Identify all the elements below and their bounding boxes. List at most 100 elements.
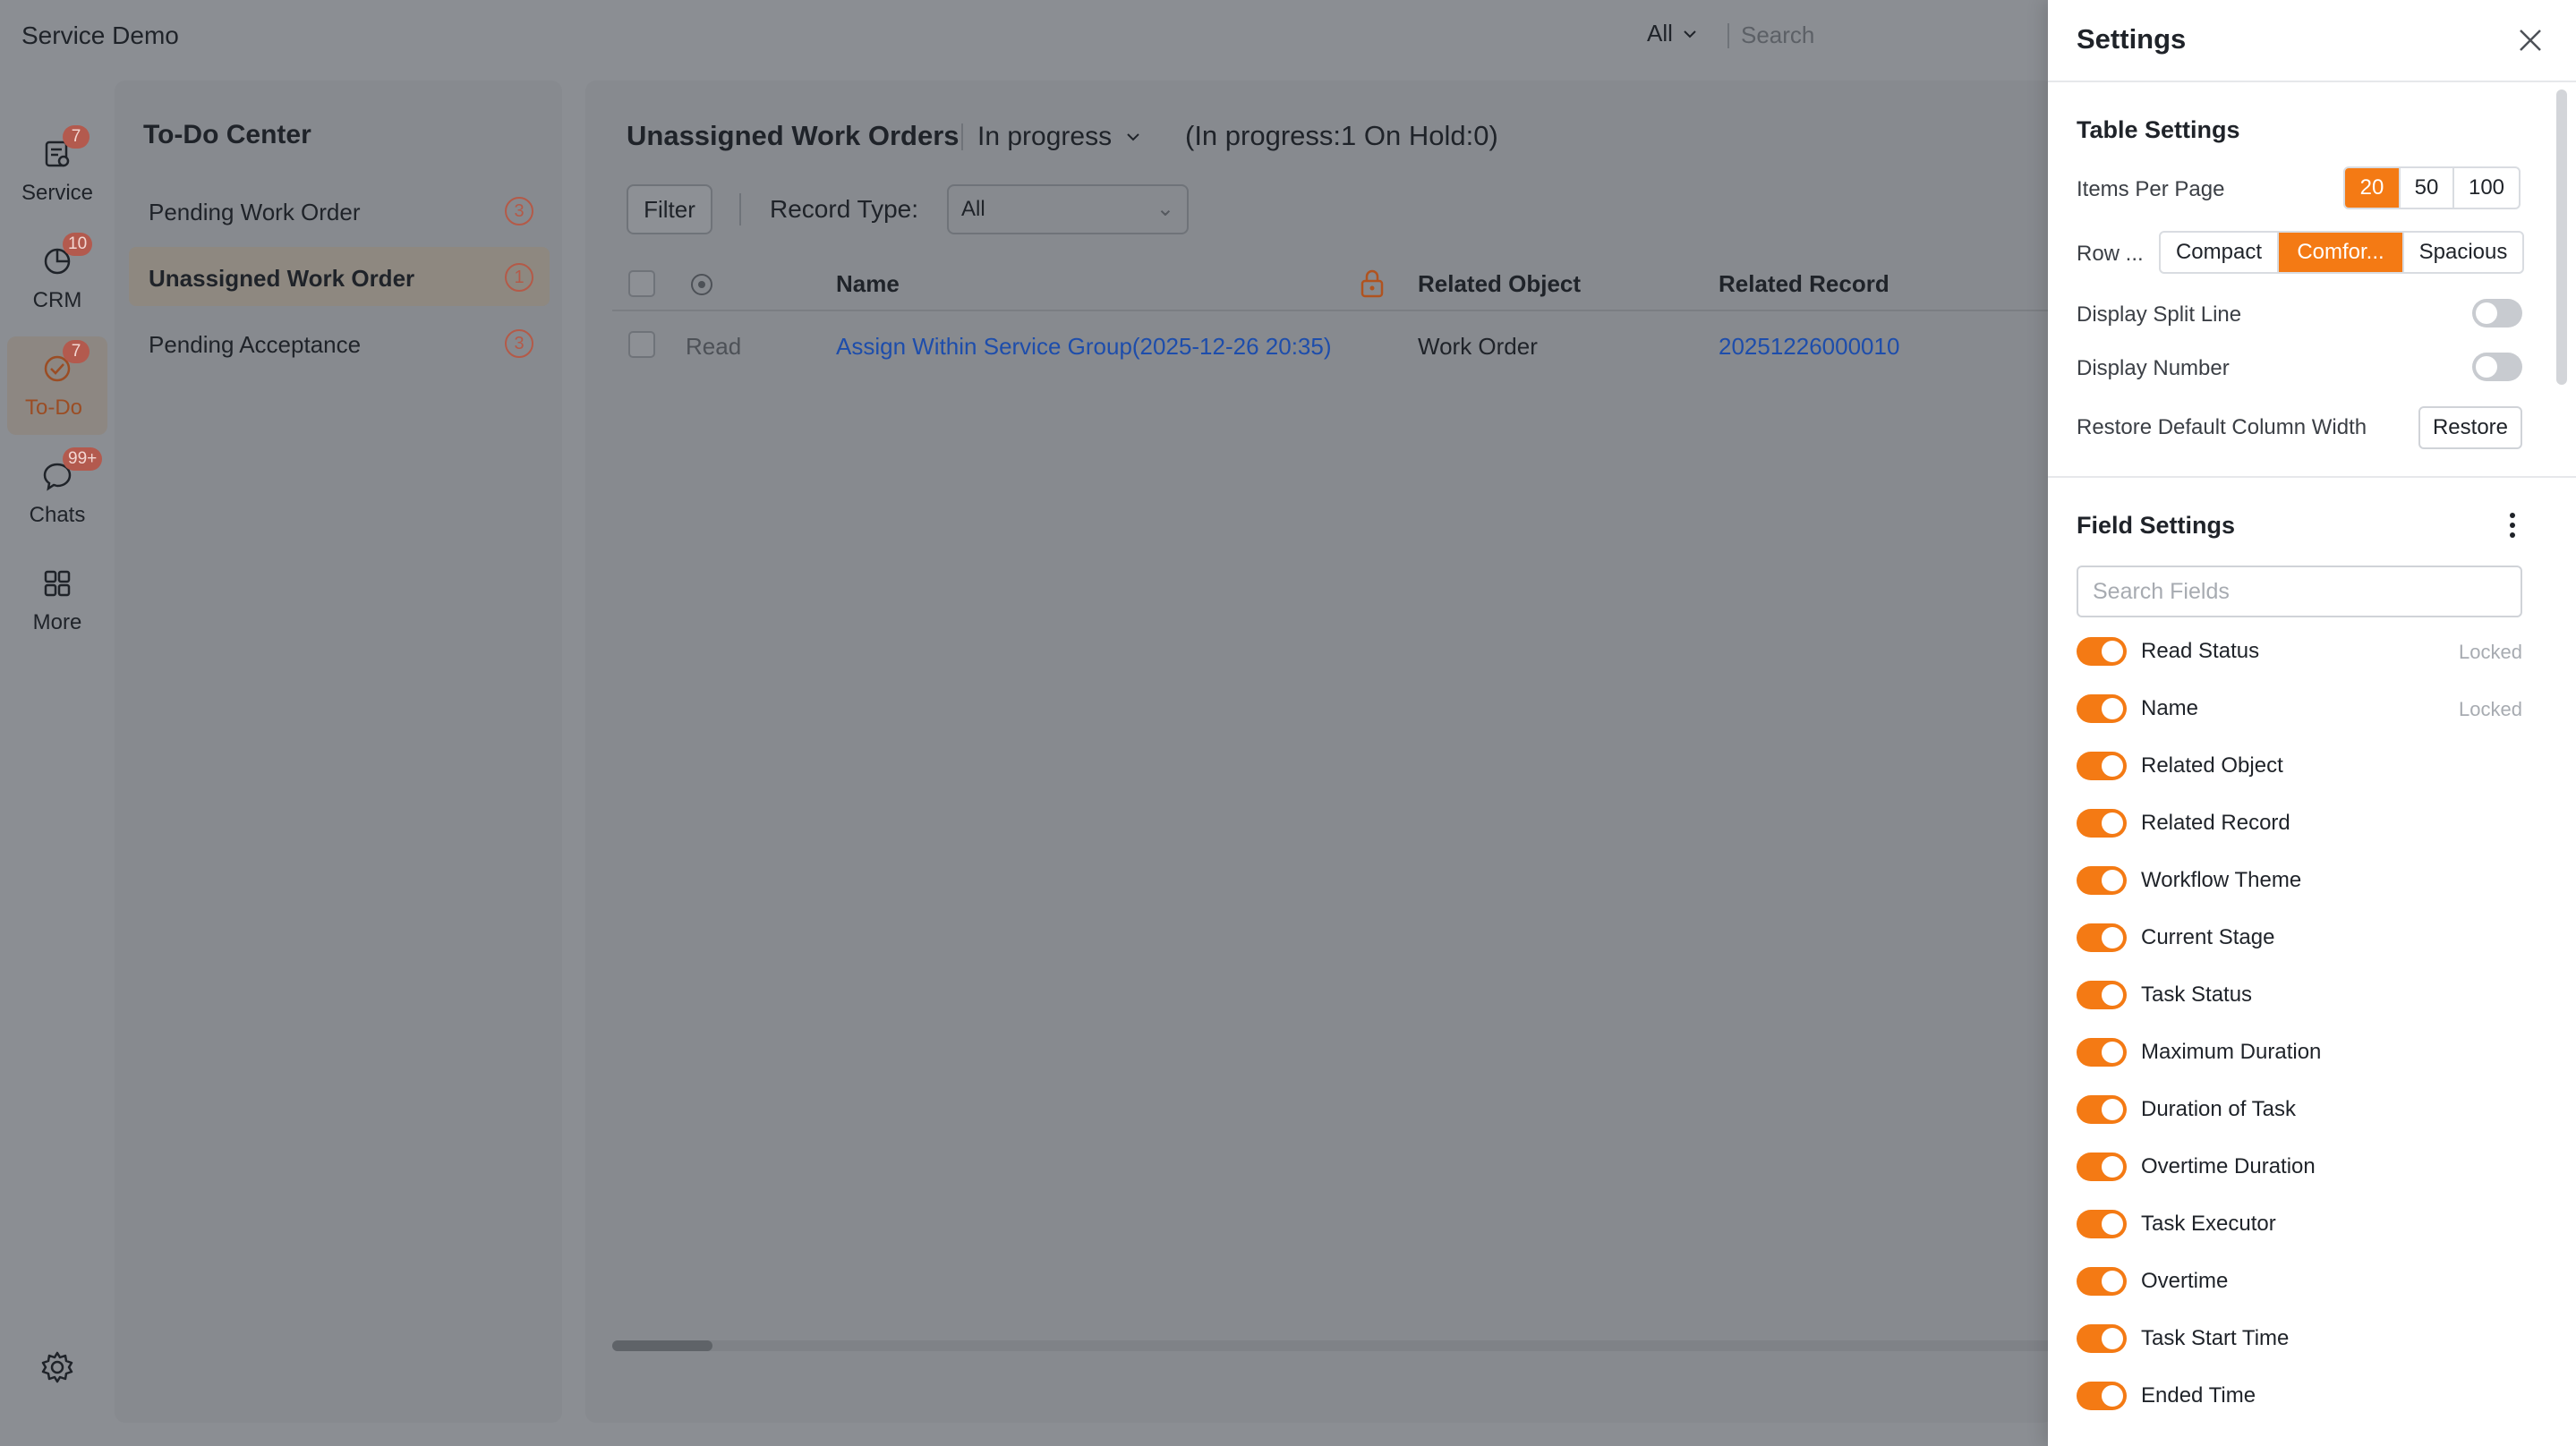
field-toggle[interactable] [2077, 1038, 2127, 1067]
display-number-label: Display Number [2077, 356, 2230, 380]
field-name: Duration of Task [2141, 1097, 2296, 1121]
page-size-option[interactable]: 20 [2345, 168, 2399, 208]
density-option-comfortable[interactable]: Comfor... [2277, 233, 2402, 272]
page-size-option[interactable]: 50 [2399, 168, 2452, 208]
nav-item-chats[interactable]: 99+ Chats [0, 444, 115, 542]
table-header: Name Related Object Related Record [612, 256, 2053, 311]
field-toggle[interactable] [2077, 1095, 2127, 1124]
scrollbar-thumb[interactable] [612, 1340, 712, 1351]
record-type-label: Record Type: [770, 195, 919, 223]
todo-item-pending-acceptance[interactable]: Pending Acceptance 3 [129, 313, 550, 372]
status-dropdown[interactable]: In progress [977, 122, 1142, 152]
row-density-label: Row ... [2077, 242, 2144, 266]
locked-label: Locked [2459, 641, 2522, 663]
field-toggle[interactable] [2077, 1267, 2127, 1296]
nav-label: CRM [32, 288, 82, 312]
todo-item-label: Pending Acceptance [149, 331, 362, 358]
restore-width-label: Restore Default Column Width [2077, 415, 2367, 439]
close-icon[interactable] [2515, 25, 2546, 55]
field-name: Workflow Theme [2141, 868, 2302, 892]
split-line-label: Display Split Line [2077, 302, 2242, 327]
todo-center-panel: To-Do Center Pending Work Order 3 Unassi… [115, 81, 562, 1423]
column-header-related-record[interactable]: Related Record [1719, 270, 1889, 298]
field-name: Name [2141, 696, 2199, 720]
field-row: Current Stage [2077, 920, 2522, 956]
work-orders-panel: Unassigned Work Orders In progress (In p… [585, 81, 2053, 1423]
column-header-name[interactable]: Name [836, 270, 900, 298]
field-name: Task Status [2141, 982, 2253, 1007]
column-header-related-object[interactable]: Related Object [1418, 270, 1581, 298]
horizontal-scrollbar[interactable] [612, 1340, 2053, 1351]
select-all-checkbox[interactable] [628, 270, 655, 297]
status-counts: (In progress:1 On Hold:0) [1185, 120, 1498, 151]
nav-item-more[interactable]: More [0, 551, 115, 650]
nav-item-todo[interactable]: 7 To-Do [7, 336, 107, 435]
divider [961, 123, 963, 150]
status-value: In progress [977, 122, 1113, 151]
left-nav: 7 Service 10 CRM 7 To-Do 99+ Chats More [0, 75, 115, 1446]
density-option-compact[interactable]: Compact [2161, 233, 2277, 272]
field-toggle[interactable] [2077, 923, 2127, 952]
page-title: Unassigned Work Orders [627, 120, 960, 151]
record-type-select[interactable]: All ⌄ [947, 184, 1189, 234]
field-row: Related Record [2077, 805, 2522, 841]
field-row: Ended Time [2077, 1378, 2522, 1414]
table-settings-title: Table Settings [2077, 116, 2240, 143]
field-row: Name Locked [2077, 691, 2522, 727]
todo-item-label: Unassigned Work Order [149, 265, 415, 292]
field-row: Read Status Locked [2077, 634, 2522, 669]
field-toggle[interactable] [2077, 1210, 2127, 1238]
field-row: Maximum Duration [2077, 1034, 2522, 1070]
field-toggle[interactable] [2077, 1382, 2127, 1410]
display-number-toggle[interactable] [2472, 353, 2522, 381]
field-toggle[interactable] [2077, 637, 2127, 666]
field-toggle[interactable] [2077, 752, 2127, 780]
field-row: Task Status [2077, 977, 2522, 1013]
field-toggle[interactable] [2077, 981, 2127, 1009]
global-search-input[interactable]: Search [1741, 21, 1814, 49]
vertical-scrollbar[interactable] [2556, 89, 2567, 385]
field-row: Duration of Task [2077, 1092, 2522, 1127]
todo-item-unassigned-work-order[interactable]: Unassigned Work Order 1 [129, 247, 550, 306]
lock-icon [1361, 269, 1384, 298]
locked-label: Locked [2459, 698, 2522, 720]
split-line-toggle[interactable] [2472, 299, 2522, 327]
field-toggle[interactable] [2077, 1153, 2127, 1181]
related-record-link[interactable]: 20251226000010 [1719, 333, 1899, 361]
nav-item-service[interactable]: 7 Service [0, 122, 115, 220]
search-fields-input[interactable] [2077, 566, 2522, 617]
row-density-selector: Compact Comfor... Spacious [2159, 231, 2524, 274]
todo-item-pending-work-order[interactable]: Pending Work Order 3 [129, 181, 550, 240]
field-toggle[interactable] [2077, 866, 2127, 895]
field-toggle[interactable] [2077, 809, 2127, 838]
panel-title: To-Do Center [143, 120, 311, 149]
page-size-option[interactable]: 100 [2452, 168, 2519, 208]
filter-button[interactable]: Filter [627, 184, 712, 234]
restore-button[interactable]: Restore [2418, 406, 2522, 449]
items-per-page-selector: 20 50 100 [2343, 166, 2521, 209]
field-toggle[interactable] [2077, 694, 2127, 723]
field-name: Overtime Duration [2141, 1154, 2316, 1178]
count-badge: 1 [505, 263, 533, 292]
work-order-name-link[interactable]: Assign Within Service Group(2025-12-26 2… [836, 333, 1332, 361]
todo-item-label: Pending Work Order [149, 199, 361, 225]
related-object-cell: Work Order [1418, 333, 1538, 360]
items-per-page-label: Items Per Page [2077, 177, 2225, 201]
more-vertical-icon[interactable] [2508, 510, 2517, 540]
count-badge: 3 [505, 197, 533, 225]
field-name: Maximum Duration [2141, 1040, 2322, 1064]
divider [1727, 23, 1729, 48]
scope-value: All [1647, 20, 1673, 47]
record-type-value: All [961, 197, 985, 221]
density-option-spacious[interactable]: Spacious [2402, 233, 2522, 272]
eye-icon [691, 274, 712, 295]
scope-dropdown[interactable]: All [1647, 20, 1698, 47]
nav-item-crm[interactable]: 10 CRM [0, 229, 115, 327]
nav-badge: 99+ [63, 447, 103, 471]
field-row: Overtime Duration [2077, 1149, 2522, 1185]
table-row[interactable]: Read Assign Within Service Group(2025-12… [612, 313, 2053, 376]
field-name: Related Record [2141, 811, 2290, 835]
row-checkbox[interactable] [628, 331, 655, 358]
gear-icon[interactable] [39, 1349, 75, 1385]
field-toggle[interactable] [2077, 1324, 2127, 1353]
